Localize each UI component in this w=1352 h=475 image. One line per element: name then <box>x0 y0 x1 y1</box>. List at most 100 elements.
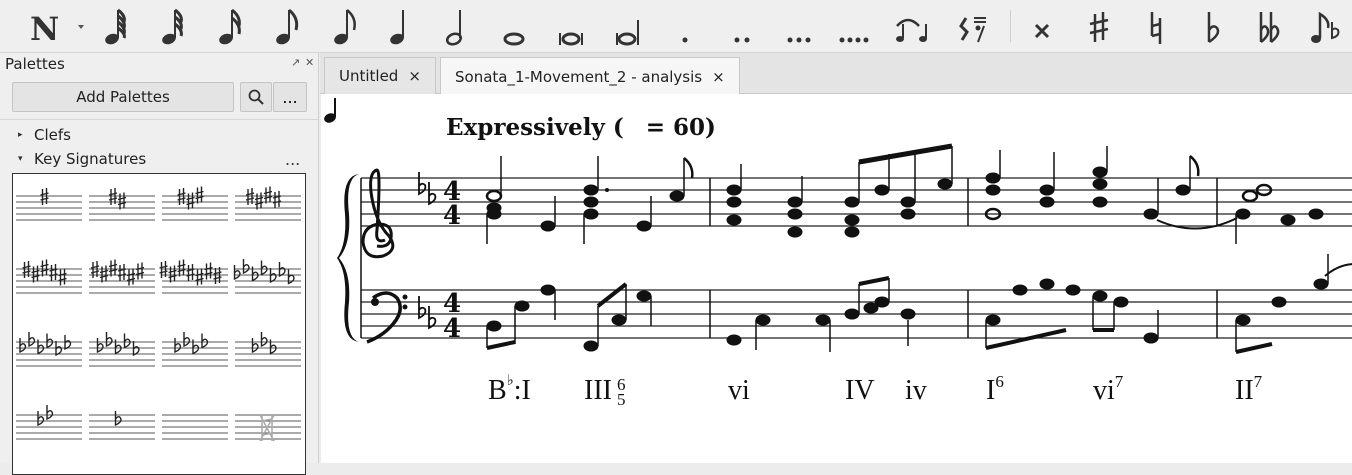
undock-icon[interactable]: ↗ <box>291 56 300 69</box>
roman-numeral-4[interactable]: IV <box>845 375 875 407</box>
divider <box>0 119 318 120</box>
thirty-second-note-icon[interactable] <box>152 4 192 48</box>
svg-text:N: N <box>30 10 59 48</box>
key-signature-1-sharp-icon <box>16 188 82 221</box>
rest-icon[interactable] <box>953 4 993 48</box>
breve-icon[interactable] <box>551 4 591 48</box>
key-signature-cell-5-flats[interactable] <box>86 326 159 398</box>
palette-key-signatures[interactable]: ▾ Key Signatures <box>18 150 146 168</box>
quadruple-dot-icon[interactable] <box>836 4 876 48</box>
key-signature-cell-7-flats[interactable] <box>232 253 305 325</box>
key-signature-cell-2-flats[interactable] <box>13 399 86 471</box>
add-palettes-button[interactable]: Add Palettes <box>12 82 234 112</box>
svg-text:4: 4 <box>443 201 461 231</box>
key-signature-cell-3-flats[interactable] <box>232 326 305 398</box>
score-notation: 44 44 <box>337 143 1352 354</box>
tab-label: Untitled <box>339 67 399 85</box>
bass-notes <box>486 254 1352 354</box>
key-signature-cell-1-flat[interactable] <box>86 399 159 471</box>
key-signature-5-flats-icon <box>89 332 155 367</box>
palettes-panel: Palettes ↗ ✕ Add Palettes ... ▸ Clefs ▾ … <box>0 53 319 475</box>
more-icon: ... <box>282 87 298 107</box>
tempo-text: Expressively ( <box>446 114 624 141</box>
roman-numeral-2[interactable]: III <box>584 375 612 407</box>
augmentation-dot-icon[interactable] <box>665 4 705 48</box>
key-signature-cell-6-flats[interactable] <box>13 326 86 398</box>
note-input-mode-icon[interactable]: N <box>20 4 90 48</box>
double-sharp-icon[interactable] <box>1022 4 1062 48</box>
treble-notes <box>485 143 1324 244</box>
key-signature-cancel-icon <box>235 414 301 442</box>
palettes-title: Palettes <box>5 55 65 73</box>
roman-numeral-1[interactable]: B♭:I <box>488 374 531 407</box>
key-signature-cell-7-sharps[interactable] <box>159 253 232 325</box>
key-signature-3-flats-icon <box>235 332 301 367</box>
key-signature-cell-3-sharps[interactable] <box>159 180 232 252</box>
palette-more-icon[interactable]: ... <box>285 150 300 169</box>
longa-icon[interactable] <box>608 4 648 48</box>
search-icon <box>248 89 264 105</box>
double-flat-icon[interactable] <box>1250 4 1290 48</box>
tie-icon[interactable] <box>890 4 936 48</box>
key-signature-cell-open-atonal[interactable] <box>159 399 232 471</box>
key-signature-3-sharps-icon <box>162 186 228 221</box>
eighth-note-alt-icon[interactable] <box>324 4 364 48</box>
brace <box>337 174 359 342</box>
key-signature-cell-2-sharps[interactable] <box>86 180 159 252</box>
half-note-icon[interactable] <box>437 4 477 48</box>
key-signature-7-flats-icon <box>233 259 301 294</box>
roman-numeral-8[interactable]: II7 <box>1235 373 1262 407</box>
key-signature-5-sharps-icon <box>16 259 82 294</box>
key-signature-cell-6-sharps[interactable] <box>86 253 159 325</box>
sixteenth-note-icon[interactable] <box>209 4 249 48</box>
tab-label: Sonata_1-Movement_2 - analysis <box>455 67 703 86</box>
whole-note-icon[interactable] <box>494 4 534 48</box>
expanded-triangle-icon: ▾ <box>18 154 23 164</box>
score-tabs: Untitled × Sonata_1-Movement_2 - analysi… <box>320 53 1352 95</box>
roman-numeral-3[interactable]: vi <box>728 375 750 407</box>
toolbar-separator <box>1010 10 1011 42</box>
tab-sonata-analysis[interactable]: Sonata_1-Movement_2 - analysis × <box>440 57 740 95</box>
roman-numeral-5[interactable]: iv <box>905 375 927 407</box>
tempo-value: = 60) <box>645 114 716 141</box>
triple-dot-icon[interactable] <box>779 4 819 48</box>
flat-icon[interactable] <box>1193 4 1233 48</box>
roman-numeral-7[interactable]: vi7 <box>1093 373 1123 407</box>
sharp-icon[interactable] <box>1079 4 1119 48</box>
tab-untitled[interactable]: Untitled × <box>324 57 436 94</box>
score-canvas[interactable]: 44 44 Expressively (= 60) B♭:I III 6 5 … <box>321 94 1352 463</box>
key-signature-cell-5-sharps[interactable] <box>13 253 86 325</box>
tempo-marking[interactable]: Expressively ( = 60) <box>446 114 716 141</box>
key-signature-cell-4-sharps[interactable] <box>232 180 305 252</box>
treble-clef-icon <box>361 168 395 259</box>
key-signature-cell-4-flats[interactable] <box>159 326 232 398</box>
palettes-menu-button[interactable]: ... <box>273 82 307 112</box>
key-signature-cell-1-sharp[interactable] <box>13 180 86 252</box>
note-input-toolbar: N <box>0 0 1352 53</box>
natural-icon[interactable] <box>1136 4 1176 48</box>
key-signature-6-sharps-icon <box>89 259 155 294</box>
flip-direction-icon[interactable] <box>1306 4 1346 48</box>
double-dot-icon[interactable] <box>722 4 762 48</box>
key-signature-6-flats-icon <box>16 332 82 367</box>
key-signature-flats <box>418 172 437 330</box>
key-signatures-grid <box>12 173 306 475</box>
quarter-note-icon <box>324 98 336 123</box>
key-signature-2-sharps-icon <box>89 188 155 221</box>
close-tab-icon[interactable]: × <box>408 67 421 85</box>
key-signature-1-flat-icon <box>89 411 155 440</box>
svg-text:4: 4 <box>443 314 461 344</box>
close-tab-icon[interactable]: × <box>712 68 725 86</box>
roman-numeral-6[interactable]: I6 <box>986 373 1004 407</box>
palette-label: Clefs <box>34 126 71 144</box>
sixty-fourth-note-icon[interactable] <box>95 4 135 48</box>
close-panel-icon[interactable]: ✕ <box>305 56 314 69</box>
palette-clefs[interactable]: ▸ Clefs <box>18 126 71 144</box>
quarter-note-icon[interactable] <box>380 4 420 48</box>
figured-bass-lower: 5 <box>617 390 626 409</box>
eighth-note-icon[interactable] <box>266 4 306 48</box>
key-signature-cell-cancel[interactable] <box>232 399 305 471</box>
search-palettes-button[interactable] <box>240 82 272 112</box>
collapsed-triangle-icon: ▸ <box>18 130 23 140</box>
key-signature-2-flats-icon <box>16 405 82 440</box>
